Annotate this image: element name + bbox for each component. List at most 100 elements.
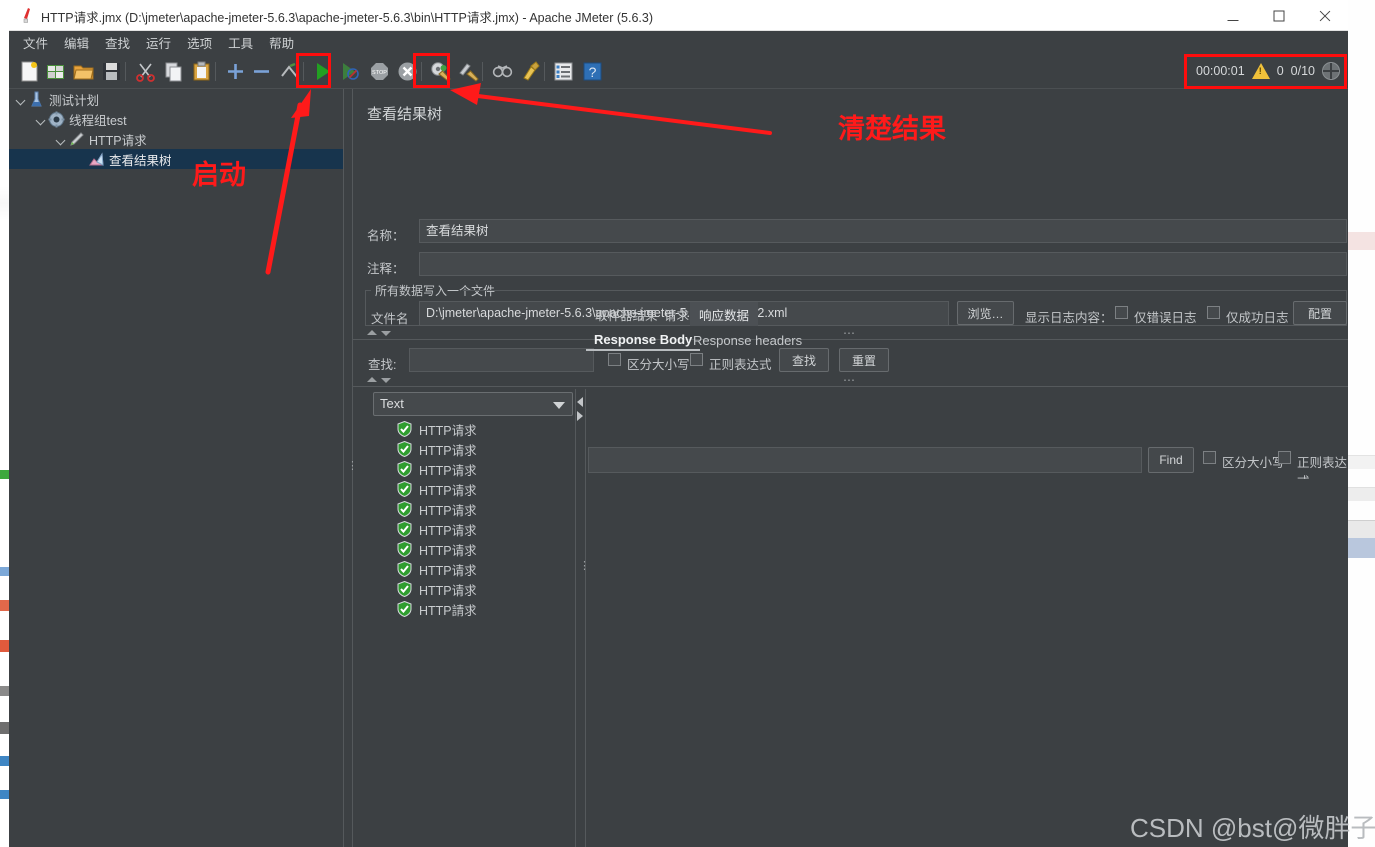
minimize-button[interactable] xyxy=(1210,0,1256,31)
list-item[interactable]: HTTP请求 xyxy=(367,419,573,439)
subtab-response-headers[interactable]: Response headers xyxy=(685,329,810,351)
bg-artifact xyxy=(1348,487,1375,501)
menu-run[interactable]: 运行 xyxy=(138,31,179,54)
splitter-down-arrow[interactable] xyxy=(381,331,391,336)
svg-text:?: ? xyxy=(589,64,597,80)
renderer-selected-value: Text xyxy=(380,396,404,411)
tree-node-thread-group[interactable]: 线程组test xyxy=(9,109,353,129)
browse-button[interactable]: 浏览… xyxy=(957,301,1014,325)
menu-file[interactable]: 文件 xyxy=(15,31,56,54)
find-case-sensitive-label: 区分大小写 xyxy=(1222,456,1285,470)
renderer-select[interactable]: Text xyxy=(373,392,573,416)
menu-options[interactable]: 选项 xyxy=(179,31,220,54)
stop-icon[interactable]: STOP xyxy=(369,61,390,82)
menu-tools[interactable]: 工具 xyxy=(220,31,261,54)
function-helper-icon[interactable] xyxy=(553,61,574,82)
search-button[interactable]: 查找 xyxy=(779,348,829,372)
tree-node-test-plan[interactable]: 测试计划 xyxy=(9,89,353,109)
highlight-box-status xyxy=(1184,54,1347,89)
annotation-clear: 清楚结果 xyxy=(838,114,946,144)
subtab-response-body[interactable]: Response Body xyxy=(586,329,701,351)
response-body-area[interactable] xyxy=(586,479,1348,847)
list-item[interactable]: HTTP請求 xyxy=(367,599,573,619)
tree-node-view-results-tree[interactable]: 查看结果树 xyxy=(9,149,353,169)
search-case-sensitive-checkbox[interactable] xyxy=(608,353,621,366)
copy-icon[interactable] xyxy=(163,61,184,82)
chevron-down-icon xyxy=(553,402,565,409)
find-button[interactable]: Find xyxy=(1148,447,1194,473)
help-icon[interactable]: ? xyxy=(582,61,603,82)
cut-icon[interactable] xyxy=(135,61,156,82)
list-detail-splitter[interactable]: ⋮ xyxy=(575,389,590,847)
splitter-up-arrow-2[interactable] xyxy=(367,377,377,382)
templates-icon[interactable] xyxy=(45,61,66,82)
list-item[interactable]: HTTP请求 xyxy=(367,519,573,539)
clear-all-icon[interactable] xyxy=(458,61,479,82)
list-item[interactable]: HTTP请求 xyxy=(367,439,573,459)
results-list[interactable]: HTTP请求 HTTP请求 HTTP请求 HTTP请求 HTTP请求 HTTP请… xyxy=(367,419,573,847)
list-item-label: HTTP請求 xyxy=(419,603,477,618)
bg-artifact xyxy=(0,600,9,611)
splitter-up-arrow[interactable] xyxy=(367,330,377,335)
find-regex-checkbox[interactable] xyxy=(1278,451,1291,464)
expand-all-icon[interactable] xyxy=(225,61,246,82)
configure-button[interactable]: 配置 xyxy=(1293,301,1347,325)
list-item[interactable]: HTTP请求 xyxy=(367,579,573,599)
comment-input[interactable] xyxy=(419,252,1347,276)
background-page-left xyxy=(0,0,9,847)
window-title: HTTP请求.jmx (D:\jmeter\apache-jmeter-5.6.… xyxy=(41,11,653,25)
new-icon[interactable] xyxy=(19,61,40,82)
bg-artifact xyxy=(0,640,9,652)
menu-help[interactable]: 帮助 xyxy=(261,31,302,54)
list-item[interactable]: HTTP请求 xyxy=(367,539,573,559)
paste-icon[interactable] xyxy=(191,61,212,82)
success-only-checkbox[interactable] xyxy=(1207,306,1220,319)
open-icon[interactable] xyxy=(73,61,94,82)
list-item[interactable]: HTTP请求 xyxy=(367,459,573,479)
splitter-dots: ⋯ xyxy=(843,326,857,340)
start-no-pauses-icon[interactable] xyxy=(340,61,361,82)
chevron-down-icon[interactable] xyxy=(15,93,28,106)
list-item[interactable]: HTTP请求 xyxy=(367,479,573,499)
tree-node-label: 线程组test xyxy=(69,113,127,128)
success-shield-icon xyxy=(397,441,412,457)
tree-content-splitter[interactable]: ⋮ xyxy=(343,89,358,847)
tree-node-http-request[interactable]: HTTP请求 xyxy=(9,129,353,149)
name-label: 名称： xyxy=(367,229,405,243)
splitter-lower[interactable]: ⋯ xyxy=(353,374,1348,386)
toolbar-separator xyxy=(544,62,545,81)
find-input[interactable] xyxy=(588,447,1142,473)
maximize-button[interactable] xyxy=(1256,0,1302,31)
tab-scroll-right-icon[interactable] xyxy=(577,411,583,421)
annotation-start: 启动 xyxy=(192,160,246,190)
splitter-upper[interactable]: ⋯ xyxy=(353,326,1348,340)
search-reset-icon[interactable] xyxy=(520,61,541,82)
find-case-sensitive-checkbox[interactable] xyxy=(1203,451,1216,464)
success-shield-icon xyxy=(397,461,412,477)
search-regex-checkbox[interactable] xyxy=(690,353,703,366)
name-input[interactable]: 查看结果树 xyxy=(419,219,1347,243)
search-input[interactable] xyxy=(409,348,594,372)
search-icon[interactable] xyxy=(492,61,513,82)
collapse-all-icon[interactable] xyxy=(251,61,272,82)
success-only-label: 仅成功日志 xyxy=(1226,311,1289,325)
menu-search[interactable]: 查找 xyxy=(97,31,138,54)
splitter-down-arrow-2[interactable] xyxy=(381,378,391,383)
chevron-down-icon[interactable] xyxy=(55,133,68,146)
chevron-placeholder xyxy=(75,153,88,166)
list-item[interactable]: HTTP请求 xyxy=(367,499,573,519)
highlight-box-start xyxy=(296,53,331,88)
list-item-label: HTTP请求 xyxy=(419,563,477,578)
chevron-down-icon[interactable] xyxy=(35,113,48,126)
tab-response-data[interactable]: 响应数据 xyxy=(690,302,759,326)
list-item[interactable]: HTTP请求 xyxy=(367,559,573,579)
menu-edit[interactable]: 编辑 xyxy=(56,31,97,54)
save-icon[interactable] xyxy=(101,61,122,82)
errors-only-checkbox[interactable] xyxy=(1115,306,1128,319)
bg-artifact xyxy=(0,567,9,576)
reset-button[interactable]: 重置 xyxy=(839,348,889,372)
test-plan-tree[interactable]: 测试计划 线程组test HTTP请求 查看结果树 xyxy=(9,89,353,847)
search-case-sensitive-label: 区分大小写 xyxy=(627,358,690,372)
close-button[interactable] xyxy=(1302,0,1348,31)
tab-scroll-left-icon[interactable] xyxy=(577,397,583,407)
